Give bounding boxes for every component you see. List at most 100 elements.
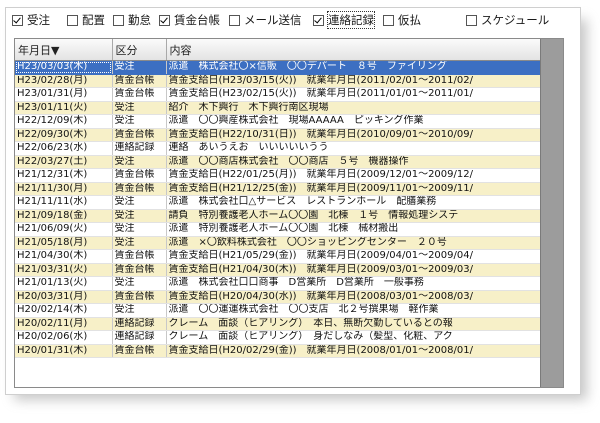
table-row[interactable]: H22/12/09(木) 受注 派遣 〇〇興産株式会社 現場AAAAA ピッキング作… [15,114,541,129]
table-row[interactable]: H20/02/14(木) 受注 派遣 〇〇運運株式会社 〇〇支店 北２号撰果場 軽作… [15,303,541,318]
filter-karibarai[interactable]: 仮払 [383,12,421,28]
cell-kubun: 賃金台帳 [112,128,167,142]
table-row[interactable]: H20/01/31(木) 賃金台帳 賃金支給日(H20/02/29(金)) 就業年月… [15,344,541,358]
table-row[interactable]: H20/02/06(水) 連絡記録 クレーム 面談（ヒアリング） 身だしなみ（髪型、… [15,330,541,345]
history-panel: 受注 配置 勤怠 賃金台帳 メール送信 連絡記録 仮払 スケジュール 年月日▼ … [5,7,581,395]
checkbox-icon[interactable] [67,14,78,26]
cell-date: H21/04/30(木) [15,249,113,264]
filter-label: 配置 [82,13,105,27]
table-row[interactable]: H23/02/28(月) 賃金台帳 賃金支給日(H23/03/15(火)) 就業年月… [15,74,541,88]
checkbox-icon[interactable] [229,14,240,26]
cell-content: クレーム 面談（ヒアリング） 身だしなみ（髪型、化粧、アク [166,330,541,345]
cell-date: H23/02/28(月) [15,74,113,88]
cell-kubun: 賃金台帳 [112,87,167,102]
table-row[interactable]: H22/09/30(木) 賃金台帳 賃金支給日(H22/10/31(日)) 就業年月… [15,128,541,142]
cell-content: 賃金支給日(H22/10/31(日)) 就業年月日(2010/09/01～201… [166,128,541,142]
table-row[interactable]: H21/12/31(木) 賃金台帳 賃金支給日(H22/01/25(月)) 就業年月… [15,168,541,183]
cell-kubun: 連絡記録 [112,330,167,345]
column-header-kubun[interactable]: 区分 [112,39,167,61]
checkbox-icon[interactable] [383,14,394,26]
cell-kubun: 受注 [112,276,167,291]
cell-date: H23/01/31(月) [15,87,113,102]
table-row[interactable]: H20/02/11(月) 連絡記録 クレーム 面談（ヒアリング） 本日、無断欠勤して… [15,317,541,331]
filter-renraku-kiroku[interactable]: 連絡記録 [313,11,375,29]
table-row[interactable]: H20/03/31(月) 賃金台帳 賃金支給日(H20/04/30(水)) 就業年月… [15,290,541,304]
column-header-content[interactable]: 内容 [166,39,541,61]
cell-date: H21/01/13(火) [15,276,113,291]
cell-kubun: 賃金台帳 [112,168,167,183]
history-table: 年月日▼ 区分 内容 H23/03/03(木) 受注 派遣 株式会社〇×信販 〇〇デ… [15,39,541,358]
table-row[interactable]: H21/11/11(水) 受注 派遣 株式会社口△サービス レストランホール 配膳業… [15,195,541,210]
table-row[interactable]: H21/05/18(月) 受注 派遣 ×〇飲料株式会社 〇〇ショッピングセンター ２… [15,236,541,250]
checkbox-icon[interactable] [159,14,170,26]
filter-schedule[interactable]: スケジュール [466,12,549,28]
cell-date: H21/11/11(水) [15,195,113,210]
column-header-date[interactable]: 年月日▼ [15,39,113,61]
filter-chingin-daicho[interactable]: 賃金台帳 [159,12,220,28]
cell-content: 紹介 木下興行 木下興行南区現場 [166,101,541,115]
table-row[interactable]: H21/11/30(月) 賃金台帳 賃金支給日(H21/12/25(金)) 就業年月… [15,182,541,196]
table-row[interactable]: H21/03/31(火) 賃金台帳 賃金支給日(H21/04/30(木)) 就業年月… [15,263,541,277]
checkbox-icon[interactable] [313,14,324,26]
cell-date: H21/05/18(月) [15,236,113,250]
cell-date: H22/09/30(木) [15,128,113,142]
cell-date: H21/12/31(木) [15,168,113,183]
cell-content: 賃金支給日(H21/12/25(金)) 就業年月日(2009/11/01～200… [166,182,541,196]
cell-kubun: 受注 [112,195,167,210]
table-header-row: 年月日▼ 区分 内容 [15,39,541,61]
table-row[interactable]: H23/03/03(木) 受注 派遣 株式会社〇×信販 〇〇デパート ８号 ファイリ… [15,60,541,75]
table-row[interactable]: H21/01/13(火) 受注 派遣 株式会社口口商事 D営業所 D営業所 一般事務 [15,276,541,291]
cell-kubun: 賃金台帳 [112,263,167,277]
cell-content: 派遣 特別養護老人ホーム〇〇園 北棟 械材搬出 [166,222,541,237]
cell-content: 賃金支給日(H21/05/29(金)) 就業年月日(2009/04/01～200… [166,249,541,264]
cell-date: H21/11/30(月) [15,182,113,196]
filter-juchu[interactable]: 受注 [12,12,50,28]
cell-date: H21/06/09(火) [15,222,113,237]
cell-kubun: 賃金台帳 [112,74,167,88]
filter-mail-sending[interactable]: メール送信 [229,12,302,28]
filter-kintai[interactable]: 勤怠 [113,12,151,28]
cell-content: 派遣 株式会社口口商事 D営業所 D営業所 一般事務 [166,276,541,291]
cell-kubun: 賃金台帳 [112,290,167,304]
cell-content: 賃金支給日(H20/02/29(金)) 就業年月日(2008/01/01～200… [166,344,541,358]
cell-date: H22/12/09(木) [15,114,113,129]
vertical-scrollbar[interactable] [540,39,563,387]
cell-date: H23/01/11(火) [15,101,113,115]
cell-date: H20/02/14(木) [15,303,113,318]
checkbox-icon[interactable] [12,14,23,26]
cell-date: H20/01/31(木) [15,344,113,358]
cell-content: 賃金支給日(H21/04/30(木)) 就業年月日(2009/03/01～200… [166,263,541,277]
table-row[interactable]: H21/09/18(金) 受注 請負 特別養護老人ホーム〇〇園 北棟 １号 情報処理… [15,209,541,223]
filter-label: 仮払 [398,13,421,27]
cell-kubun: 受注 [112,60,167,75]
cell-content: 派遣 〇〇運運株式会社 〇〇支店 北２号撰果場 軽作業 [166,303,541,318]
cell-content: 賃金支給日(H20/04/30(水)) 就業年月日(2008/03/01～200… [166,290,541,304]
filter-label: 賃金台帳 [174,13,220,27]
cell-kubun: 連絡記録 [112,317,167,331]
cell-date: H22/03/27(土) [15,155,113,169]
filter-label: メール送信 [244,13,302,27]
table-row[interactable]: H23/01/31(月) 賃金台帳 賃金支給日(H23/02/15(火)) 就業年月… [15,87,541,102]
table-row[interactable]: H22/03/27(土) 受注 派遣 〇〇商店株式会社 〇〇商店 ５号 機器操作 [15,155,541,169]
cell-date: H20/02/11(月) [15,317,113,331]
cell-kubun: 賃金台帳 [112,344,167,358]
cell-kubun: 受注 [112,114,167,129]
cell-kubun: 受注 [112,209,167,223]
cell-content: クレーム 面談（ヒアリング） 本日、無断欠勤しているとの報 [166,317,541,331]
cell-kubun: 受注 [112,236,167,250]
cell-content: 派遣 〇〇商店株式会社 〇〇商店 ５号 機器操作 [166,155,541,169]
table-row[interactable]: H21/04/30(木) 賃金台帳 賃金支給日(H21/05/29(金)) 就業年月… [15,249,541,264]
cell-kubun: 受注 [112,222,167,237]
checkbox-icon[interactable] [113,14,124,26]
checkbox-icon[interactable] [466,14,477,26]
cell-kubun: 受注 [112,101,167,115]
cell-content: 請負 特別養護老人ホーム〇〇園 北棟 １号 情報処理システ [166,209,541,223]
table-row[interactable]: H22/06/23(水) 連絡記録 連絡 あいうえお いいいいいうう [15,141,541,156]
cell-date: H22/06/23(水) [15,141,113,156]
filter-haichi[interactable]: 配置 [67,12,105,28]
table-row[interactable]: H23/01/11(火) 受注 紹介 木下興行 木下興行南区現場 [15,101,541,115]
table-row[interactable]: H21/06/09(火) 受注 派遣 特別養護老人ホーム〇〇園 北棟 械材搬出 [15,222,541,237]
filter-label: 受注 [27,13,50,27]
category-filter-bar: 受注 配置 勤怠 賃金台帳 メール送信 連絡記録 仮払 スケジュール [6,11,580,30]
cell-kubun: 賃金台帳 [112,249,167,264]
